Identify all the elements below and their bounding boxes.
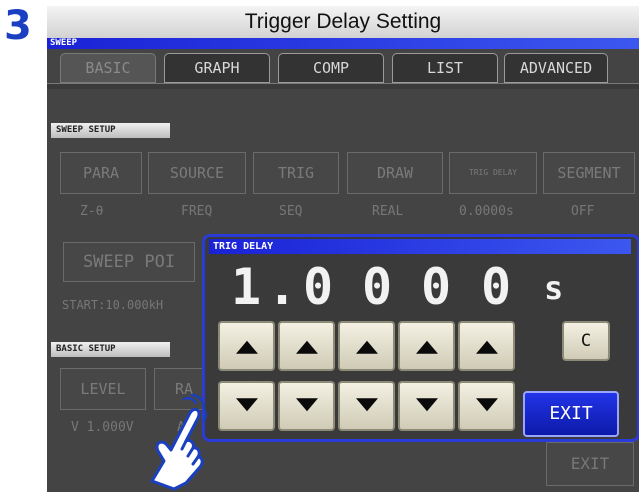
- tab-comp[interactable]: COMP: [278, 53, 384, 83]
- pointing-hand-icon: [150, 393, 207, 491]
- sweep-setup-label: SWEEP SETUP: [51, 123, 170, 138]
- trig-button[interactable]: TRIG: [253, 152, 339, 194]
- trig-value: SEQ: [279, 204, 303, 219]
- digit-1-up-button[interactable]: [218, 321, 275, 371]
- digit-5-down-button[interactable]: [458, 381, 515, 431]
- background-exit-button[interactable]: EXIT: [546, 442, 634, 486]
- level-value: V 1.000V: [71, 420, 134, 435]
- digit-1-down-button[interactable]: [218, 381, 275, 431]
- triangle-down-icon: [235, 398, 258, 412]
- exit-button[interactable]: EXIT: [523, 391, 619, 437]
- trig-delay-value: 0.0000s: [459, 204, 514, 219]
- triangle-down-icon: [355, 398, 378, 412]
- unit-label: s: [544, 269, 564, 307]
- decimal-point: .: [267, 258, 298, 316]
- digit-1: 1: [231, 258, 262, 316]
- digit-4-down-button[interactable]: [398, 381, 455, 431]
- digit-2: 0: [303, 258, 334, 316]
- start-value: START:10.000kH: [62, 298, 164, 312]
- source-button[interactable]: SOURCE: [148, 152, 246, 194]
- triangle-up-icon: [355, 340, 378, 354]
- triangle-down-icon: [295, 398, 318, 412]
- tab-graph[interactable]: GRAPH: [164, 53, 270, 83]
- digit-3: 0: [362, 258, 393, 316]
- triangle-up-icon: [295, 340, 318, 354]
- para-value: Z-θ: [80, 204, 104, 219]
- triangle-up-icon: [475, 340, 498, 354]
- para-button[interactable]: PARA: [60, 152, 142, 194]
- trig-delay-button[interactable]: TRIG DELAY: [449, 152, 537, 194]
- segment-button[interactable]: SEGMENT: [543, 152, 635, 194]
- digit-4-up-button[interactable]: [398, 321, 455, 371]
- digit-5: 0: [481, 258, 512, 316]
- dialog-title: TRIG DELAY: [209, 239, 631, 254]
- digit-2-down-button[interactable]: [278, 381, 335, 431]
- triangle-down-icon: [415, 398, 438, 412]
- instrument-screen: SWEEP BASIC GRAPH COMP LIST ADVANCED SWE…: [47, 38, 639, 492]
- digit-4: 0: [421, 258, 452, 316]
- tab-basic[interactable]: BASIC: [60, 53, 156, 83]
- clear-button[interactable]: C: [562, 321, 610, 361]
- triangle-up-icon: [415, 340, 438, 354]
- level-button[interactable]: LEVEL: [60, 368, 146, 410]
- tab-list[interactable]: LIST: [392, 53, 498, 83]
- trig-delay-dialog: TRIG DELAY 1 . 0 0 0 0 s C EXIT: [202, 234, 639, 442]
- draw-value: REAL: [372, 204, 404, 219]
- digit-3-down-button[interactable]: [338, 381, 395, 431]
- digit-3-up-button[interactable]: [338, 321, 395, 371]
- triangle-up-icon: [235, 340, 258, 354]
- screen-title: SWEEP: [47, 38, 639, 49]
- basic-setup-label: BASIC SETUP: [51, 342, 170, 357]
- draw-button[interactable]: DRAW: [347, 152, 443, 194]
- digit-5-up-button[interactable]: [458, 321, 515, 371]
- step-caption: Trigger Delay Setting: [47, 6, 639, 38]
- tab-divider: [47, 83, 639, 89]
- triangle-down-icon: [475, 398, 498, 412]
- step-number: 3: [4, 3, 32, 49]
- source-value: FREQ: [181, 204, 213, 219]
- sweep-point-button[interactable]: SWEEP POI: [63, 242, 195, 282]
- segment-value: OFF: [571, 204, 595, 219]
- tab-advanced[interactable]: ADVANCED: [504, 53, 608, 83]
- digit-2-up-button[interactable]: [278, 321, 335, 371]
